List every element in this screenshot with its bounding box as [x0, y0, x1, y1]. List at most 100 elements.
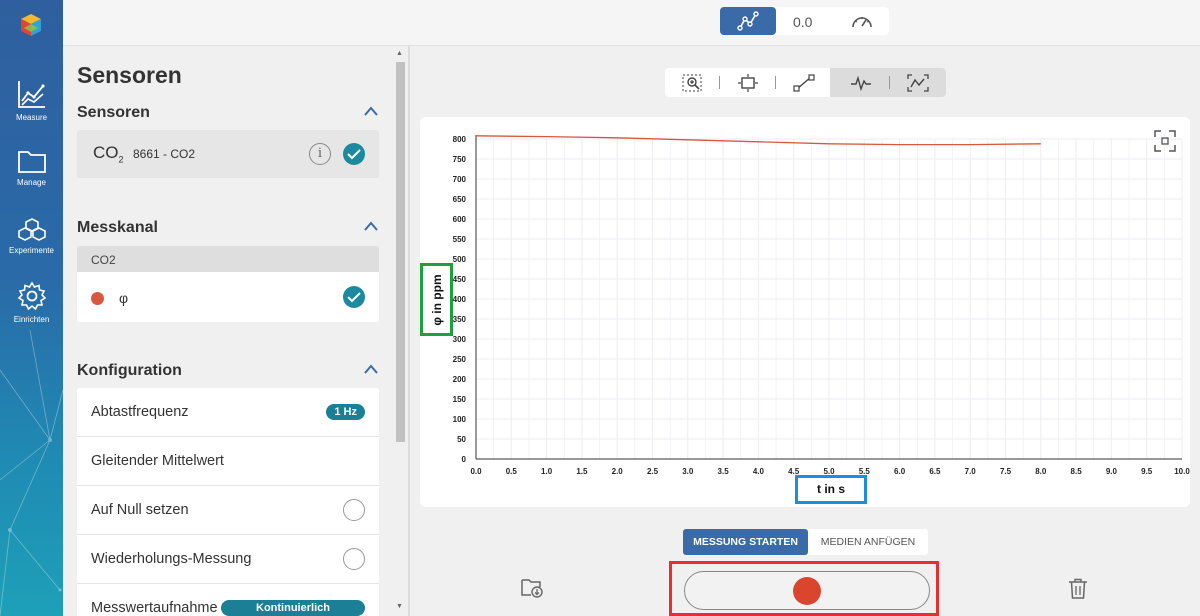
toolbar-divider: [889, 76, 890, 89]
y-tick-label: 150: [453, 395, 467, 404]
x-tick-label: 9.0: [1106, 467, 1118, 476]
section-title: Messkanal: [77, 219, 158, 236]
section-title: Sensoren: [77, 104, 150, 121]
toolbar-divider: [775, 76, 776, 89]
line-chart[interactable]: 0 50 100 150 200 250 300 350 400 450 500 550 600 650 7…: [420, 117, 1190, 507]
scroll-down-arrow-icon[interactable]: ▼: [396, 603, 403, 610]
graph-view-button[interactable]: [720, 7, 776, 35]
decorative-network-lines: [0, 330, 63, 616]
append-media-tab[interactable]: MEDIEN ANFÜGEN: [808, 529, 928, 555]
chart-toolbar: [665, 68, 946, 97]
sidebar-scrollbar[interactable]: ▲ ▼: [393, 46, 408, 616]
config-row-messwertaufnahme[interactable]: Messwertaufnahme Kontinuierlich: [77, 584, 379, 616]
fullscreen-icon[interactable]: [1154, 130, 1176, 152]
x-axis-label: t in s: [816, 482, 845, 496]
sensor-card[interactable]: CO2 8661 - CO2 i: [77, 130, 379, 178]
sensor-name: 8661 - CO2: [133, 147, 196, 161]
section-sensoren-header[interactable]: Sensoren: [77, 104, 379, 122]
x-tick-label: 6.0: [894, 467, 906, 476]
channel-row[interactable]: φ: [77, 272, 379, 322]
config-row-auf-null-setzen[interactable]: Auf Null setzen: [77, 486, 379, 535]
y-tick-label: 100: [453, 415, 467, 424]
chart-card[interactable]: 0 50 100 150 200 250 300 350 400 450 500 550 600 650 7…: [420, 117, 1190, 507]
channel-checked-icon[interactable]: [343, 286, 365, 308]
zoom-in-icon[interactable]: [682, 74, 704, 92]
record-highlight-frame: [669, 561, 939, 616]
config-label: Wiederholungs-Messung: [91, 551, 252, 567]
rail-item-label: Measure: [15, 113, 48, 122]
x-tick-label: 1.0: [541, 467, 553, 476]
section-title: Konfiguration: [77, 362, 182, 379]
gear-icon: [17, 281, 46, 311]
rail-item-experimente[interactable]: Experimente: [0, 216, 63, 255]
section-konfiguration-header[interactable]: Konfiguration: [77, 362, 379, 380]
top-bar: 0.0: [63, 0, 1200, 46]
gauge-icon[interactable]: [850, 12, 874, 30]
y-tick-label: 550: [453, 235, 467, 244]
repeat-toggle[interactable]: [343, 548, 365, 570]
config-row-wiederholungs-messung[interactable]: Wiederholungs-Messung: [77, 535, 379, 584]
x-tick-label: 4.0: [753, 467, 765, 476]
x-tick-label: 1.5: [576, 467, 588, 476]
app-logo-icon: [21, 14, 41, 36]
graph-nodes-icon: [737, 11, 759, 31]
line-tool-icon[interactable]: [793, 74, 815, 92]
y-tick-label: 400: [453, 295, 467, 304]
trash-icon[interactable]: [1068, 578, 1088, 600]
co2-sensor-icon: CO2: [93, 143, 124, 165]
chart-line-icon: [17, 81, 45, 108]
x-tick-label: 2.5: [647, 467, 659, 476]
section-messkanal-header[interactable]: Messkanal: [77, 219, 379, 237]
rail-item-measure[interactable]: Measure: [0, 79, 63, 122]
config-row-abtastfrequenz[interactable]: Abtastfrequenz 1 Hz: [77, 388, 379, 437]
channel-color-dot: [91, 292, 104, 305]
sidebar-title: Sensoren: [77, 62, 182, 88]
config-label: Abtastfrequenz: [91, 404, 189, 420]
chevron-up-icon[interactable]: [363, 219, 379, 233]
folder-icon: [17, 151, 46, 173]
scroll-up-arrow-icon[interactable]: ▲: [396, 50, 403, 57]
folder-download-icon[interactable]: [520, 577, 544, 599]
zero-toggle[interactable]: [343, 499, 365, 521]
waveform-icon[interactable]: [850, 74, 872, 92]
start-measurement-tab[interactable]: MESSUNG STARTEN: [683, 529, 808, 555]
x-tick-label: 10.0: [1174, 467, 1190, 476]
chevron-up-icon[interactable]: [363, 104, 379, 118]
y-tick-label: 750: [453, 155, 467, 164]
config-row-gleitender-mittelwert[interactable]: Gleitender Mittelwert: [77, 437, 379, 486]
config-card: Abtastfrequenz 1 Hz Gleitender Mittelwer…: [77, 388, 379, 616]
scrollbar-thumb[interactable]: [396, 62, 405, 442]
rail-item-label: Experimente: [9, 246, 54, 255]
rail-item-einrichten[interactable]: Einrichten: [0, 281, 63, 324]
fit-frame-icon[interactable]: [738, 74, 758, 92]
channel-symbol: φ: [119, 290, 129, 306]
channel-group-header: CO2: [77, 246, 379, 272]
x-tick-label: 8.5: [1071, 467, 1083, 476]
view-mode-group: 0.0: [720, 7, 889, 35]
y-axis-label-box: φ in ppm: [420, 263, 453, 336]
y-tick-label: 0: [462, 455, 467, 464]
y-tick-label: 500: [453, 255, 467, 264]
acquisition-mode-badge[interactable]: Kontinuierlich: [221, 600, 365, 616]
y-tick-label: 600: [453, 215, 467, 224]
y-tick-label: 50: [457, 435, 466, 444]
x-tick-label: 3.5: [718, 467, 730, 476]
y-tick-label: 800: [453, 135, 467, 144]
record-button[interactable]: [684, 571, 930, 610]
frequency-badge[interactable]: 1 Hz: [326, 404, 365, 420]
toolbar-divider: [719, 76, 720, 89]
sensor-checked-icon[interactable]: [343, 143, 365, 165]
x-tick-label: 7.0: [965, 467, 977, 476]
y-tick-label: 450: [453, 275, 467, 284]
x-axis-label-box: t in s: [795, 475, 867, 504]
rail-item-manage[interactable]: Manage: [0, 148, 63, 187]
fit-curve-icon[interactable]: [907, 74, 929, 92]
digital-view-button[interactable]: 0.0: [793, 14, 812, 30]
left-rail: Measure Manage Experimente Einrichten: [0, 0, 63, 616]
info-icon[interactable]: i: [309, 143, 331, 165]
chevron-up-icon[interactable]: [363, 362, 379, 376]
y-tick-label: 650: [453, 195, 467, 204]
y-tick-label: 700: [453, 175, 467, 184]
sidebar-panel: Sensoren Sensoren CO2 8661 - CO2 i Messk…: [63, 46, 408, 616]
y-tick-label: 200: [453, 375, 467, 384]
